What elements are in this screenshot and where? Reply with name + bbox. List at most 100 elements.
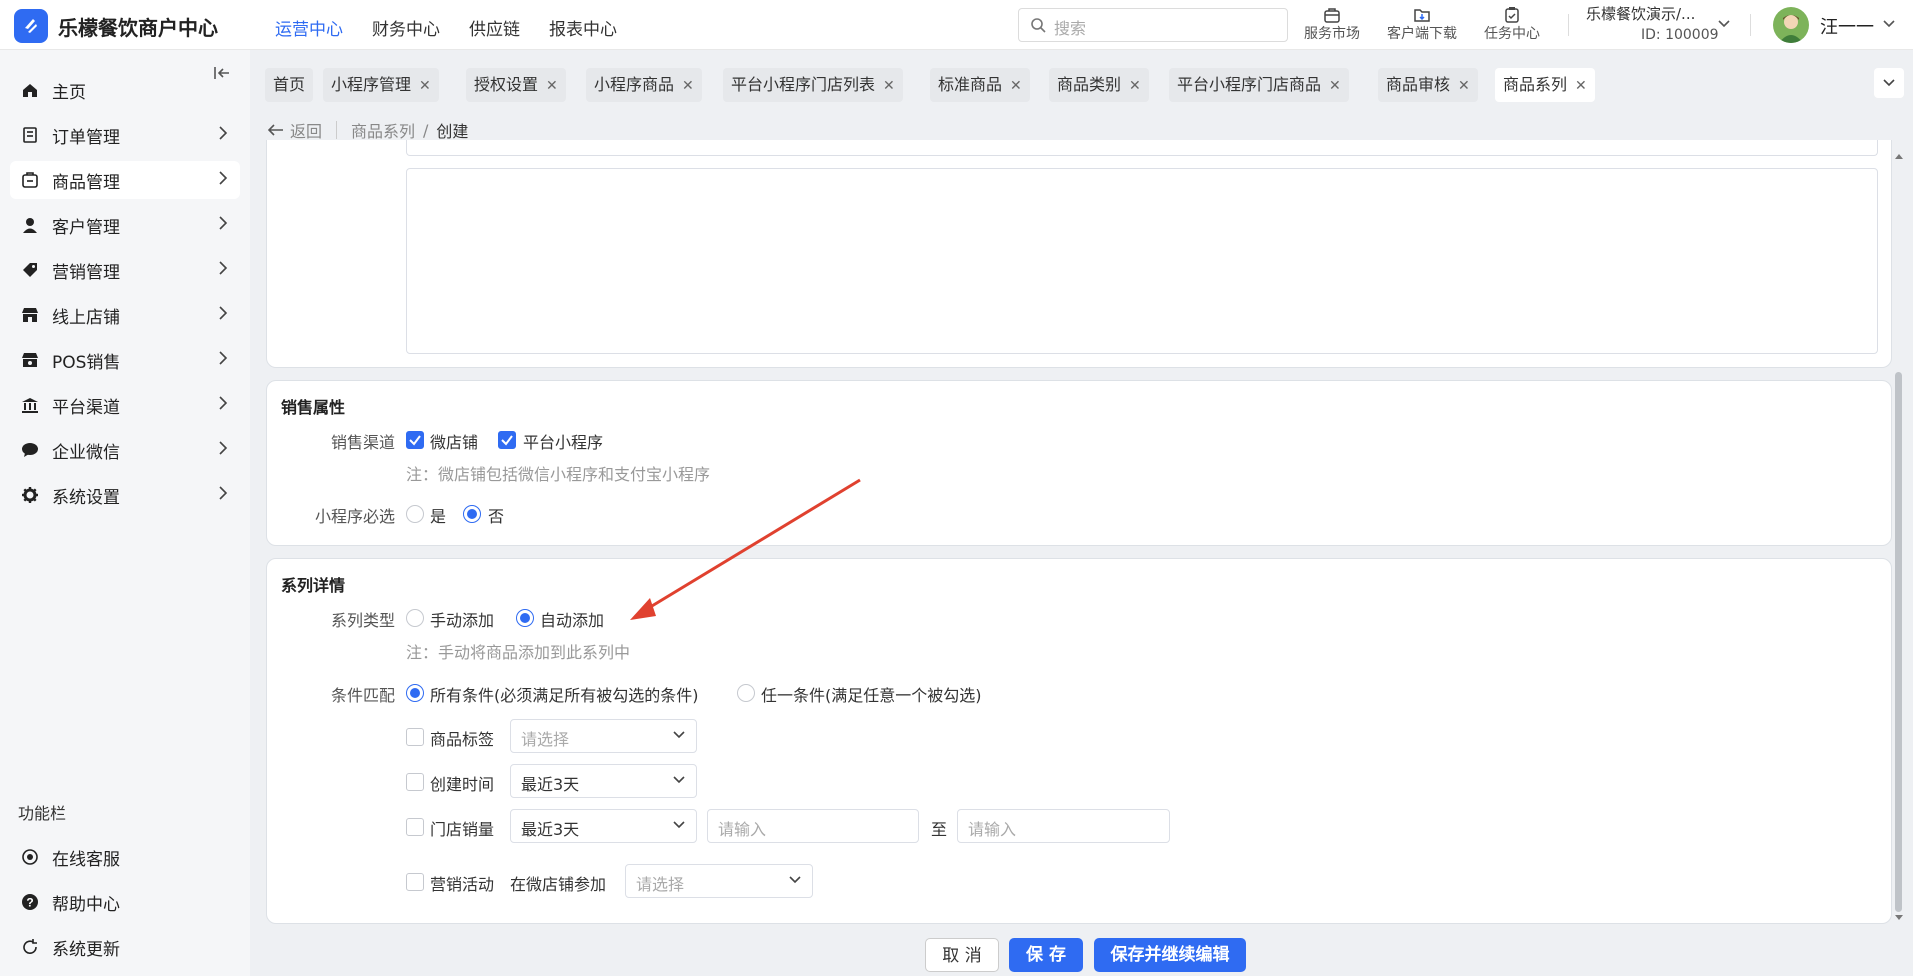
radio-required-yes[interactable] <box>406 505 424 523</box>
goods-tag-select[interactable]: 请选择 <box>510 719 697 753</box>
breadcrumb-parent[interactable]: 商品系列 <box>351 118 415 142</box>
client-download-button[interactable]: 客户端下载 <box>1382 3 1462 43</box>
close-icon[interactable]: ✕ <box>1575 78 1587 94</box>
store-sales-select[interactable]: 最近3天 <box>510 809 697 843</box>
radio-auto-add[interactable] <box>516 609 534 627</box>
download-icon <box>1414 9 1430 22</box>
search-input[interactable]: 搜索 <box>1018 8 1288 42</box>
sidebar-item-update[interactable]: 系统更新 <box>10 928 240 966</box>
tab-store-goods[interactable]: 平台小程序门店商品 ✕ <box>1169 68 1349 102</box>
scroll-down-icon[interactable] <box>1894 914 1904 922</box>
chevron-right-icon <box>219 486 228 500</box>
checkbox-promotion[interactable] <box>406 873 424 891</box>
org-switcher[interactable]: 乐檬餐饮演示/... ID: 100009 <box>1586 3 1719 43</box>
promotion-select[interactable]: 请选择 <box>625 864 813 898</box>
checkbox-create-time[interactable] <box>406 773 424 791</box>
tab-home[interactable]: 首页 <box>265 68 314 102</box>
close-icon[interactable]: ✕ <box>1458 78 1470 94</box>
sales-max-input[interactable]: 请输入 <box>957 809 1170 843</box>
cancel-button[interactable]: 取 消 <box>925 938 999 972</box>
close-icon[interactable]: ✕ <box>1129 78 1141 94</box>
section-title: 系列详情 <box>281 576 346 595</box>
close-icon[interactable]: ✕ <box>1329 78 1341 94</box>
sidebar-item-settings[interactable]: 系统设置 <box>10 476 240 514</box>
sales-min-input[interactable]: 请输入 <box>707 809 919 843</box>
chevron-down-icon[interactable] <box>1882 19 1896 29</box>
logo <box>14 9 48 43</box>
save-continue-button[interactable]: 保存并继续编辑 <box>1094 938 1246 972</box>
checkbox-store-sales[interactable] <box>406 818 424 836</box>
radio-manual-add[interactable] <box>406 609 424 627</box>
chevron-right-icon <box>219 126 228 140</box>
divider <box>336 121 338 139</box>
save-button[interactable]: 保 存 <box>1009 938 1083 972</box>
search-placeholder: 搜索 <box>1054 19 1087 38</box>
divider <box>1750 14 1751 36</box>
sidebar-item-label: 订单管理 <box>52 127 120 148</box>
sidebar-item-label: POS销售 <box>52 352 121 373</box>
chat-icon <box>22 443 38 457</box>
sidebar-item-home[interactable]: 主页 <box>10 71 240 109</box>
avatar[interactable] <box>1773 7 1809 43</box>
chevron-right-icon <box>219 441 228 455</box>
customer-icon <box>23 218 37 233</box>
radio-match-any[interactable] <box>737 684 755 702</box>
tab-review[interactable]: 商品审核 ✕ <box>1378 68 1478 102</box>
sidebar-item-marketing[interactable]: 营销管理 <box>10 251 240 289</box>
service-market-button[interactable]: 服务市场 <box>1292 3 1372 43</box>
checkbox-weidian[interactable] <box>406 431 424 449</box>
close-icon[interactable]: ✕ <box>1010 78 1022 94</box>
svg-text:?: ? <box>26 896 33 910</box>
tab-category[interactable]: 商品类别 ✕ <box>1049 68 1149 102</box>
org-id: ID: 100009 <box>1641 27 1719 43</box>
tab-store-list[interactable]: 平台小程序门店列表 ✕ <box>723 68 903 102</box>
nav-finance[interactable]: 财务中心 <box>372 15 440 40</box>
sidebar-item-online-store[interactable]: 线上店铺 <box>10 296 240 334</box>
tab-miniprogram[interactable]: 小程序管理 ✕ <box>323 68 439 102</box>
sidebar-item-pos[interactable]: POS销售 <box>10 341 240 379</box>
close-icon[interactable]: ✕ <box>419 78 431 94</box>
check-icon <box>409 435 421 446</box>
scrollbar-thumb[interactable] <box>1895 372 1902 912</box>
description-editor[interactable] <box>406 168 1878 354</box>
sidebar-item-goods[interactable]: 商品管理 <box>10 161 240 199</box>
annotation-arrow <box>630 478 861 620</box>
sidebar-item-online-service[interactable]: 在线客服 <box>10 838 240 876</box>
tab-standard-goods[interactable]: 标准商品 ✕ <box>930 68 1030 102</box>
divider <box>1568 14 1569 36</box>
radio-match-all[interactable] <box>406 684 424 702</box>
sidebar-item-platform[interactable]: 平台渠道 <box>10 386 240 424</box>
radio-required-no[interactable] <box>463 505 481 523</box>
close-icon[interactable]: ✕ <box>883 78 895 94</box>
tab-more-button[interactable] <box>1874 68 1904 98</box>
description-card <box>266 140 1892 368</box>
tab-label: 首页 <box>273 75 306 94</box>
user-name[interactable]: 汪一一 <box>1820 13 1874 39</box>
close-icon[interactable]: ✕ <box>546 78 558 94</box>
sidebar-item-wecom[interactable]: 企业微信 <box>10 431 240 469</box>
create-time-select[interactable]: 最近3天 <box>510 764 697 798</box>
nav-supply[interactable]: 供应链 <box>469 15 520 40</box>
tab-mini-goods[interactable]: 小程序商品 ✕ <box>586 68 702 102</box>
checkbox-goods-tag[interactable] <box>406 728 424 746</box>
chevron-down-icon[interactable] <box>1717 19 1731 29</box>
nav-reports[interactable]: 报表中心 <box>549 15 617 40</box>
sidebar-item-label: 客户管理 <box>52 217 120 238</box>
back-arrow-icon[interactable] <box>268 124 284 136</box>
scroll-up-icon[interactable] <box>1894 152 1904 160</box>
sidebar-item-help[interactable]: ? 帮助中心 <box>10 883 240 921</box>
back-link[interactable]: 返回 <box>290 118 322 142</box>
tab-auth[interactable]: 授权设置 ✕ <box>466 68 566 102</box>
sidebar-item-label: 系统更新 <box>52 939 120 960</box>
nav-operations[interactable]: 运营中心 <box>275 15 343 40</box>
checkbox-platform-miniprogram[interactable] <box>498 431 516 449</box>
scrollbar[interactable] <box>1893 152 1905 922</box>
option-label: 微店铺 <box>430 433 479 452</box>
breadcrumb-current: 创建 <box>436 122 469 141</box>
tab-series[interactable]: 商品系列 ✕ <box>1495 68 1595 102</box>
task-center-button[interactable]: 任务中心 <box>1472 3 1552 43</box>
sidebar-item-orders[interactable]: 订单管理 <box>10 116 240 154</box>
close-icon[interactable]: ✕ <box>682 78 694 94</box>
sidebar-item-customers[interactable]: 客户管理 <box>10 206 240 244</box>
refresh-icon <box>23 939 37 954</box>
